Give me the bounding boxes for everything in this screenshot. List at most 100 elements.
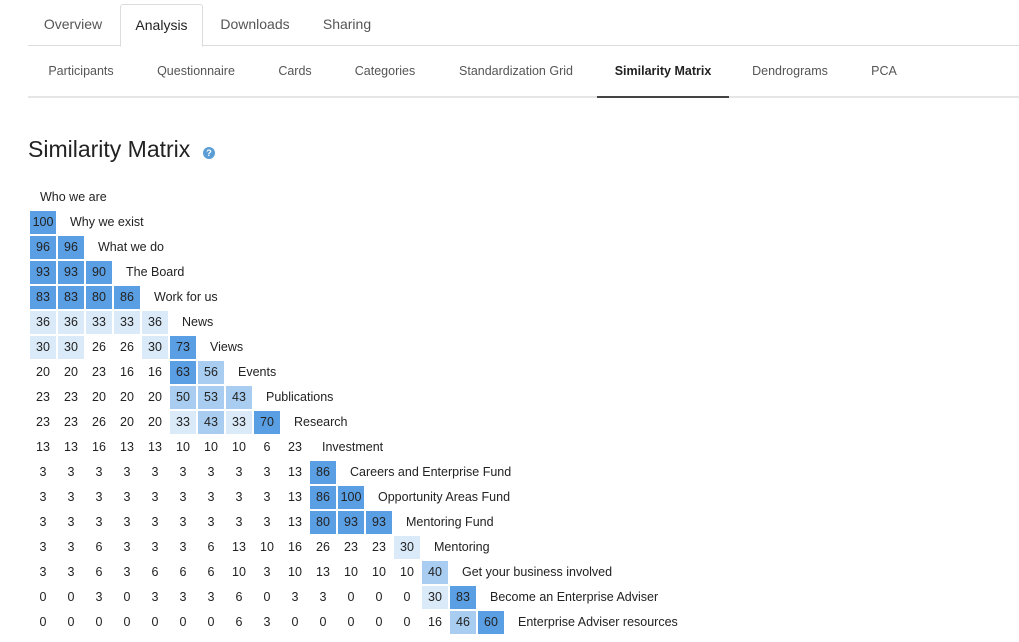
similarity-cell[interactable]: 36 — [142, 311, 168, 334]
similarity-cell[interactable]: 10 — [254, 536, 280, 559]
similarity-cell[interactable]: 13 — [142, 436, 168, 459]
similarity-cell[interactable]: 0 — [30, 586, 56, 609]
similarity-cell[interactable]: 43 — [226, 386, 252, 409]
similarity-cell[interactable]: 0 — [142, 611, 168, 634]
similarity-cell[interactable]: 3 — [310, 586, 336, 609]
similarity-cell[interactable]: 23 — [58, 411, 84, 434]
similarity-cell[interactable]: 16 — [114, 361, 140, 384]
similarity-cell[interactable]: 13 — [114, 436, 140, 459]
tab-sharing[interactable]: Sharing — [306, 4, 388, 45]
similarity-cell[interactable]: 6 — [198, 561, 224, 584]
similarity-cell[interactable]: 0 — [254, 586, 280, 609]
similarity-cell[interactable]: 13 — [282, 486, 308, 509]
similarity-cell[interactable]: 16 — [86, 436, 112, 459]
similarity-cell[interactable]: 13 — [310, 561, 336, 584]
similarity-cell[interactable]: 3 — [30, 461, 56, 484]
similarity-cell[interactable]: 0 — [114, 586, 140, 609]
similarity-cell[interactable]: 93 — [338, 511, 364, 534]
tab-pca[interactable]: PCA — [861, 46, 907, 96]
similarity-cell[interactable]: 3 — [254, 461, 280, 484]
similarity-cell[interactable]: 3 — [170, 586, 196, 609]
similarity-cell[interactable]: 3 — [170, 511, 196, 534]
similarity-cell[interactable]: 10 — [338, 561, 364, 584]
similarity-cell[interactable]: 53 — [198, 386, 224, 409]
similarity-cell[interactable]: 3 — [226, 486, 252, 509]
similarity-cell[interactable]: 46 — [450, 611, 476, 634]
similarity-cell[interactable]: 6 — [198, 536, 224, 559]
similarity-cell[interactable]: 20 — [114, 411, 140, 434]
similarity-cell[interactable]: 26 — [310, 536, 336, 559]
similarity-cell[interactable]: 43 — [198, 411, 224, 434]
similarity-cell[interactable]: 10 — [366, 561, 392, 584]
similarity-cell[interactable]: 3 — [86, 486, 112, 509]
similarity-cell[interactable]: 83 — [30, 286, 56, 309]
similarity-cell[interactable]: 73 — [170, 336, 196, 359]
similarity-cell[interactable]: 3 — [226, 511, 252, 534]
similarity-cell[interactable]: 0 — [86, 611, 112, 634]
similarity-cell[interactable]: 3 — [30, 511, 56, 534]
similarity-cell[interactable]: 16 — [282, 536, 308, 559]
similarity-cell[interactable]: 80 — [86, 286, 112, 309]
similarity-cell[interactable]: 13 — [58, 436, 84, 459]
similarity-cell[interactable]: 3 — [86, 461, 112, 484]
similarity-cell[interactable]: 33 — [226, 411, 252, 434]
similarity-cell[interactable]: 100 — [30, 211, 56, 234]
similarity-cell[interactable]: 50 — [170, 386, 196, 409]
similarity-cell[interactable]: 30 — [142, 336, 168, 359]
similarity-cell[interactable]: 3 — [254, 561, 280, 584]
similarity-cell[interactable]: 3 — [226, 461, 252, 484]
similarity-cell[interactable]: 23 — [58, 386, 84, 409]
similarity-cell[interactable]: 33 — [86, 311, 112, 334]
tab-downloads[interactable]: Downloads — [208, 4, 302, 45]
similarity-cell[interactable]: 3 — [30, 486, 56, 509]
similarity-cell[interactable]: 33 — [170, 411, 196, 434]
similarity-cell[interactable]: 56 — [198, 361, 224, 384]
similarity-cell[interactable]: 20 — [114, 386, 140, 409]
similarity-cell[interactable]: 83 — [450, 586, 476, 609]
similarity-cell[interactable]: 30 — [58, 336, 84, 359]
similarity-cell[interactable]: 3 — [114, 486, 140, 509]
similarity-cell[interactable]: 0 — [198, 611, 224, 634]
similarity-cell[interactable]: 96 — [30, 236, 56, 259]
similarity-cell[interactable]: 20 — [58, 361, 84, 384]
similarity-cell[interactable]: 0 — [310, 611, 336, 634]
similarity-cell[interactable]: 0 — [366, 611, 392, 634]
similarity-cell[interactable]: 0 — [338, 611, 364, 634]
similarity-cell[interactable]: 3 — [114, 561, 140, 584]
similarity-cell[interactable]: 3 — [254, 486, 280, 509]
similarity-cell[interactable]: 86 — [114, 286, 140, 309]
similarity-cell[interactable]: 3 — [114, 536, 140, 559]
similarity-cell[interactable]: 33 — [114, 311, 140, 334]
similarity-cell[interactable]: 6 — [226, 586, 252, 609]
similarity-cell[interactable]: 3 — [86, 511, 112, 534]
similarity-cell[interactable]: 3 — [142, 511, 168, 534]
similarity-cell[interactable]: 3 — [142, 586, 168, 609]
tab-standardization-grid[interactable]: Standardization Grid — [450, 46, 582, 96]
similarity-cell[interactable]: 13 — [30, 436, 56, 459]
similarity-cell[interactable]: 20 — [142, 411, 168, 434]
similarity-cell[interactable]: 3 — [198, 586, 224, 609]
similarity-cell[interactable]: 63 — [170, 361, 196, 384]
similarity-cell[interactable]: 30 — [394, 536, 420, 559]
similarity-cell[interactable]: 0 — [114, 611, 140, 634]
similarity-cell[interactable]: 0 — [338, 586, 364, 609]
similarity-cell[interactable]: 0 — [30, 611, 56, 634]
similarity-cell[interactable]: 16 — [422, 611, 448, 634]
similarity-cell[interactable]: 10 — [282, 561, 308, 584]
similarity-cell[interactable]: 6 — [226, 611, 252, 634]
similarity-cell[interactable]: 3 — [170, 486, 196, 509]
similarity-cell[interactable]: 3 — [58, 536, 84, 559]
similarity-cell[interactable]: 3 — [142, 461, 168, 484]
similarity-cell[interactable]: 6 — [86, 536, 112, 559]
similarity-cell[interactable]: 20 — [30, 361, 56, 384]
similarity-cell[interactable]: 0 — [170, 611, 196, 634]
similarity-cell[interactable]: 86 — [310, 486, 336, 509]
similarity-cell[interactable]: 93 — [366, 511, 392, 534]
similarity-cell[interactable]: 3 — [142, 536, 168, 559]
similarity-cell[interactable]: 3 — [58, 486, 84, 509]
similarity-cell[interactable]: 3 — [282, 586, 308, 609]
similarity-cell[interactable]: 0 — [366, 586, 392, 609]
similarity-cell[interactable]: 96 — [58, 236, 84, 259]
similarity-cell[interactable]: 20 — [142, 386, 168, 409]
similarity-cell[interactable]: 3 — [142, 486, 168, 509]
